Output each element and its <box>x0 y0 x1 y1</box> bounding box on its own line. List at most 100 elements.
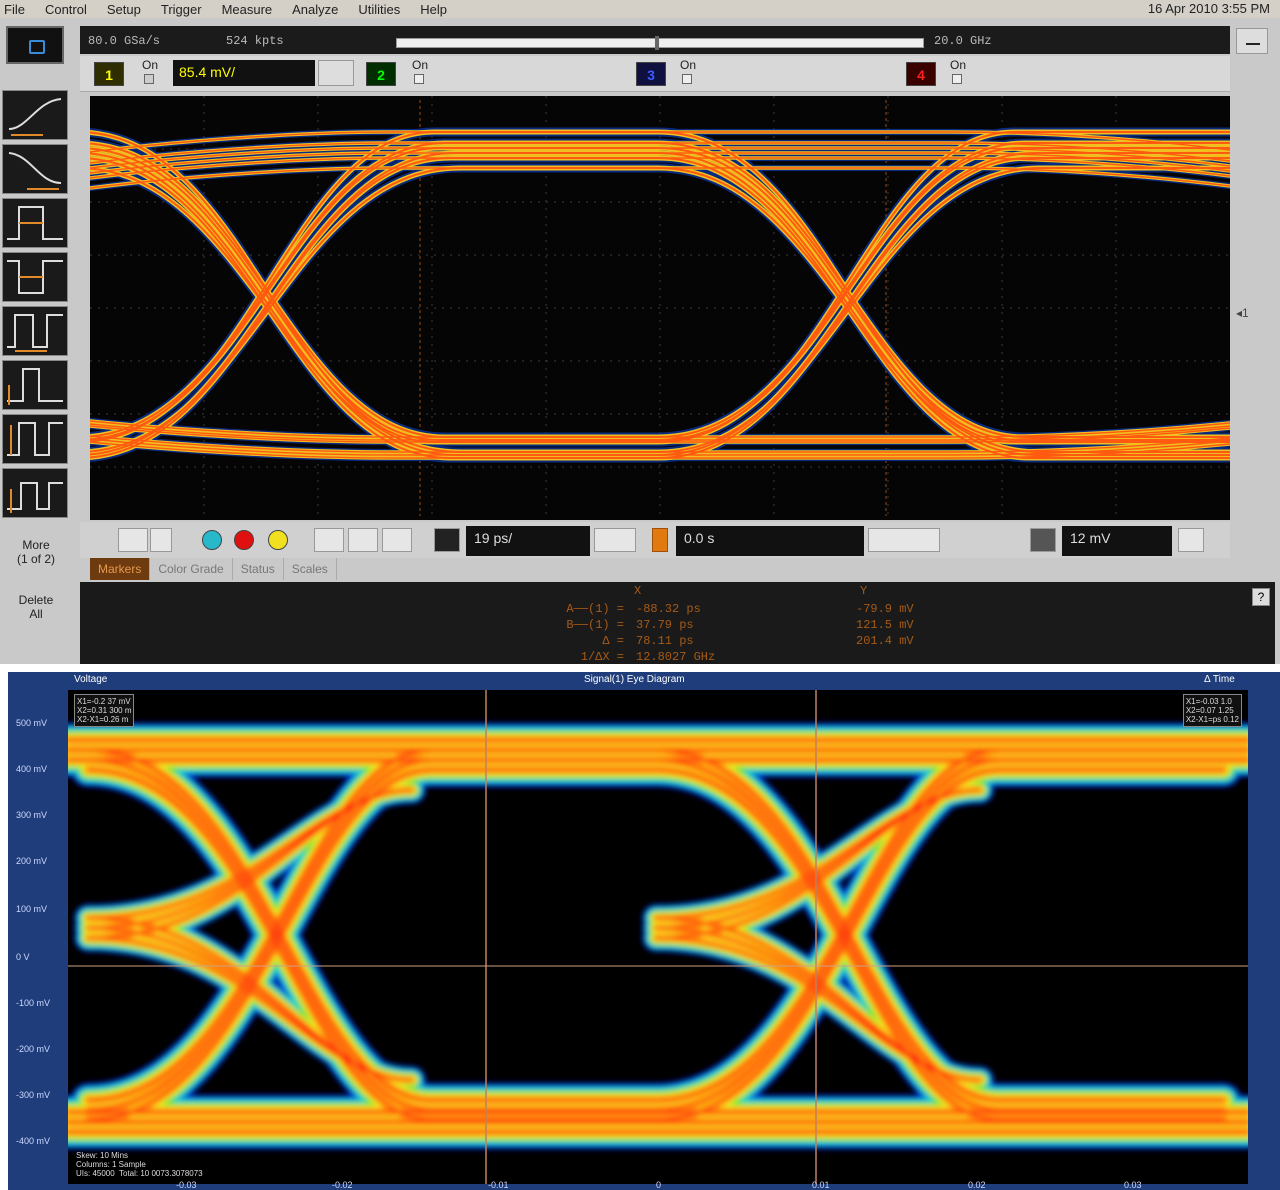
eye2-legend-top-right: X1=-0.03 1.0 X2=0.07 1.25 X2-X1=ps 0.12 <box>1182 694 1242 727</box>
eye2-ytick: -400 mV <box>16 1136 51 1146</box>
eye2-ytick: -200 mV <box>16 1044 51 1054</box>
marker-header-y: Y <box>860 584 868 598</box>
fall-time-icon <box>8 152 62 190</box>
channel-1-button[interactable]: 1 <box>94 62 124 86</box>
eye2-xtick: 0.01 <box>812 1180 830 1190</box>
bandwidth: 20.0 GHz <box>934 34 992 48</box>
eye2-xtick: -0.03 <box>176 1180 197 1190</box>
save-icon[interactable] <box>348 528 378 552</box>
marker-results-panel: X Y A──(1) = -88.32 ps -79.9 mV B──(1) =… <box>80 582 1275 664</box>
marker-b-x: 37.79 ps <box>636 618 694 632</box>
eye2-xtick: -0.02 <box>332 1180 353 1190</box>
positive-width-button[interactable] <box>2 198 68 248</box>
trigger-position-icon[interactable] <box>652 528 668 552</box>
period-icon <box>7 314 63 352</box>
menu-setup[interactable]: Setup <box>97 2 151 17</box>
menu-trigger[interactable]: Trigger <box>151 2 212 17</box>
color-grade-cyan-icon[interactable] <box>202 530 222 550</box>
horizontal-menu-icon[interactable] <box>434 528 460 552</box>
time-scale-field[interactable]: 19 ps/ <box>466 526 590 556</box>
trigger-level-stepper[interactable] <box>1178 528 1204 552</box>
marker-inv-delta-x: 12.8027 GHz <box>636 650 716 664</box>
eye-diagram-waveform <box>90 96 1230 520</box>
eye2-xtick: 0.03 <box>1124 1180 1142 1190</box>
eye2-y-axis-title: Voltage <box>74 674 108 685</box>
menu-measure[interactable]: Measure <box>212 2 283 17</box>
fall-time-button[interactable] <box>2 144 68 194</box>
marker-a-y: -79.9 mV <box>856 602 914 616</box>
eye2-ytick: 200 mV <box>16 856 48 866</box>
channel-1-ground-marker[interactable]: ◂1 <box>1236 306 1249 320</box>
zoom-in-button[interactable] <box>118 528 148 552</box>
eye2-xtick: 0.02 <box>968 1180 986 1190</box>
delta-time-button[interactable] <box>2 468 68 518</box>
time-offset-field[interactable]: 0.0 s <box>676 526 864 556</box>
trigger-menu-icon[interactable] <box>1030 528 1056 552</box>
eye2-xtick: -0.01 <box>488 1180 509 1190</box>
help-button[interactable]: ? <box>1252 588 1270 606</box>
acquisition-info-bar: 80.0 GSa/s 524 kpts 20.0 GHz <box>80 26 1230 54</box>
more-button-label: More (1 of 2) <box>16 538 55 566</box>
tab-status[interactable]: Status <box>233 558 284 580</box>
channel-2-button[interactable]: 2 <box>366 62 396 86</box>
eye2-ytick: 500 mV <box>16 718 48 728</box>
frequency-button[interactable] <box>2 360 68 410</box>
channel-1-scale-stepper[interactable] <box>318 60 354 86</box>
channel-3-on-label: On <box>680 58 697 72</box>
menu-control[interactable]: Control <box>35 2 97 17</box>
channel-1-on-checkbox[interactable] <box>144 74 154 84</box>
channel-1-scale-field[interactable]: 85.4 mV/ <box>173 60 315 86</box>
color-grade-red-icon[interactable] <box>234 530 254 550</box>
measurement-sidebar: More (1 of 2) Delete All <box>0 18 78 664</box>
menu-utilities[interactable]: Utilities <box>348 2 410 17</box>
period-button[interactable] <box>2 306 68 356</box>
menu-bar: File Control Setup Trigger Measure Analy… <box>0 0 1280 18</box>
waveform-display[interactable] <box>90 96 1230 520</box>
color-grade-yellow-icon[interactable] <box>268 530 288 550</box>
eye2-density-plot <box>68 690 1248 1184</box>
tab-scales[interactable]: Scales <box>284 558 337 580</box>
rise-time-button[interactable] <box>2 90 68 140</box>
time-offset-nav[interactable] <box>868 528 940 552</box>
channel-4-on-checkbox[interactable] <box>952 74 962 84</box>
oscilloscope-window: File Control Setup Trigger Measure Analy… <box>0 0 1280 664</box>
scope-logo-icon[interactable] <box>6 26 64 64</box>
marker-a-label: A──(1) = <box>566 602 624 616</box>
channel-3-on-checkbox[interactable] <box>682 74 692 84</box>
frequency-icon <box>7 368 63 405</box>
marker-delta-label: Δ = <box>602 634 624 648</box>
timebase-slider[interactable] <box>396 36 924 50</box>
channel-4-button[interactable]: 4 <box>906 62 936 86</box>
simulated-eye-diagram-window: Voltage Signal(1) Eye Diagram Δ Time 500… <box>8 672 1280 1190</box>
channel-1-on-label: On <box>142 58 159 72</box>
negative-width-button[interactable] <box>2 252 68 302</box>
clock: 16 Apr 2010 3:55 PM <box>1147 1 1270 16</box>
menu-analyze[interactable]: Analyze <box>282 2 348 17</box>
eye2-ytick: 0 V <box>16 952 30 962</box>
memory-depth: 524 kpts <box>226 34 284 48</box>
timebase-slider-handle[interactable] <box>655 36 659 50</box>
minimize-button[interactable] <box>1236 28 1268 54</box>
time-scale-stepper[interactable] <box>594 528 636 552</box>
duty-cycle-button[interactable] <box>2 414 68 464</box>
zoom-lock-button[interactable] <box>150 528 172 552</box>
tab-markers[interactable]: Markers <box>90 558 151 580</box>
negative-width-icon <box>7 260 63 294</box>
menu-help[interactable]: Help <box>410 2 457 17</box>
channel-2-on-checkbox[interactable] <box>414 74 424 84</box>
autoscale-icon[interactable] <box>382 528 412 552</box>
positive-width-icon <box>7 206 63 240</box>
marker-a-x: -88.32 ps <box>636 602 701 616</box>
eye2-plot-area[interactable]: X1=-0.2 37 mV X2=0.31 300 m X2-X1=0.26 m… <box>68 690 1248 1184</box>
trigger-level-field[interactable]: 12 mV <box>1062 526 1172 556</box>
more-button[interactable]: More (1 of 2) <box>0 538 72 578</box>
print-icon[interactable] <box>314 528 344 552</box>
delete-all-button[interactable]: Delete All <box>0 593 72 633</box>
channel-4-on-label: On <box>950 58 967 72</box>
eye2-xtick: 0 <box>656 1180 662 1190</box>
marker-header-x: X <box>634 584 642 598</box>
channel-3-button[interactable]: 3 <box>636 62 666 86</box>
tab-color-grade[interactable]: Color Grade <box>150 558 233 580</box>
sample-rate: 80.0 GSa/s <box>88 34 161 48</box>
menu-file[interactable]: File <box>0 2 35 17</box>
